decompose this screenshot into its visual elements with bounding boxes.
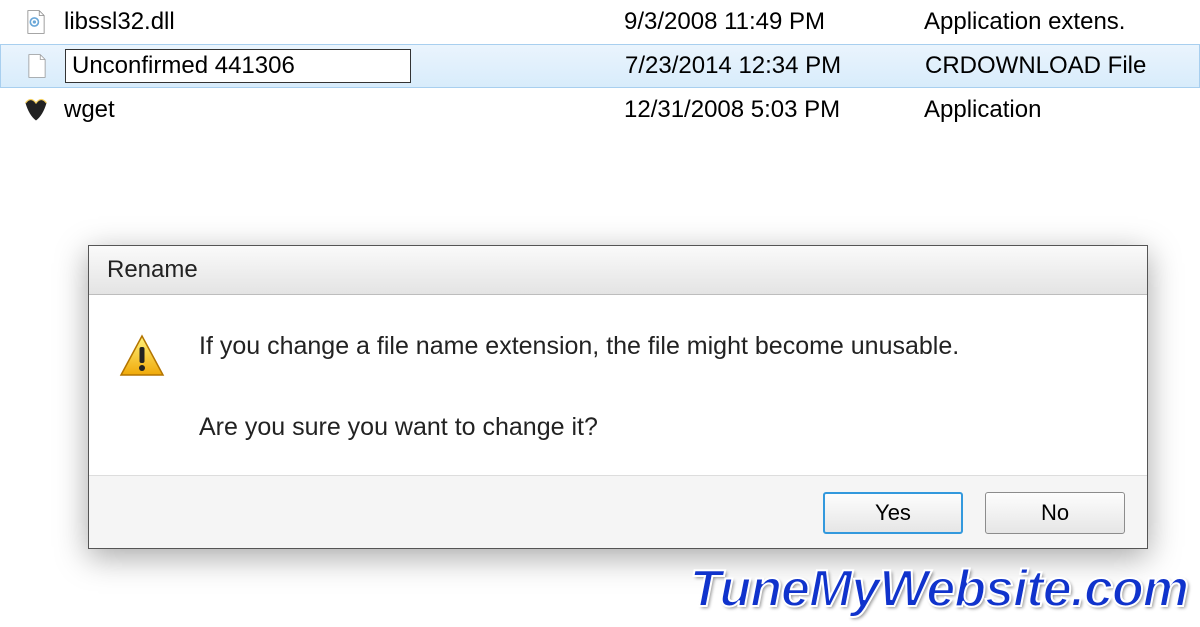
file-date: 12/31/2008 5:03 PM: [624, 96, 924, 124]
file-name-editing: [65, 49, 625, 83]
dialog-message-line2: Are you sure you want to change it?: [199, 410, 959, 445]
file-row[interactable]: wget 12/31/2008 5:03 PM Application: [0, 88, 1200, 132]
dialog-message-line1: If you change a file name extension, the…: [199, 329, 959, 364]
file-list: libssl32.dll 9/3/2008 11:49 PM Applicati…: [0, 0, 1200, 132]
file-type: Application: [924, 96, 1200, 124]
rename-input[interactable]: [65, 49, 411, 83]
file-row[interactable]: libssl32.dll 9/3/2008 11:49 PM Applicati…: [0, 0, 1200, 44]
dialog-footer: Yes No: [89, 476, 1147, 548]
rename-dialog: Rename If you change a file name extensi…: [88, 245, 1148, 549]
file-name: wget: [64, 96, 624, 124]
watermark-text: TuneMyWebsite.com: [690, 559, 1188, 619]
dll-file-icon: [20, 6, 52, 38]
file-type: CRDOWNLOAD File: [925, 52, 1199, 80]
file-row-selected[interactable]: 7/23/2014 12:34 PM CRDOWNLOAD File: [0, 44, 1200, 88]
file-type: Application extens.: [924, 8, 1200, 36]
wget-app-icon: [20, 94, 52, 126]
blank-file-icon: [21, 50, 53, 82]
file-date: 9/3/2008 11:49 PM: [624, 8, 924, 36]
warning-icon: [119, 333, 165, 379]
file-name: libssl32.dll: [64, 8, 624, 36]
file-date: 7/23/2014 12:34 PM: [625, 52, 925, 80]
no-button[interactable]: No: [985, 492, 1125, 534]
yes-button[interactable]: Yes: [823, 492, 963, 534]
dialog-title: Rename: [89, 246, 1147, 295]
